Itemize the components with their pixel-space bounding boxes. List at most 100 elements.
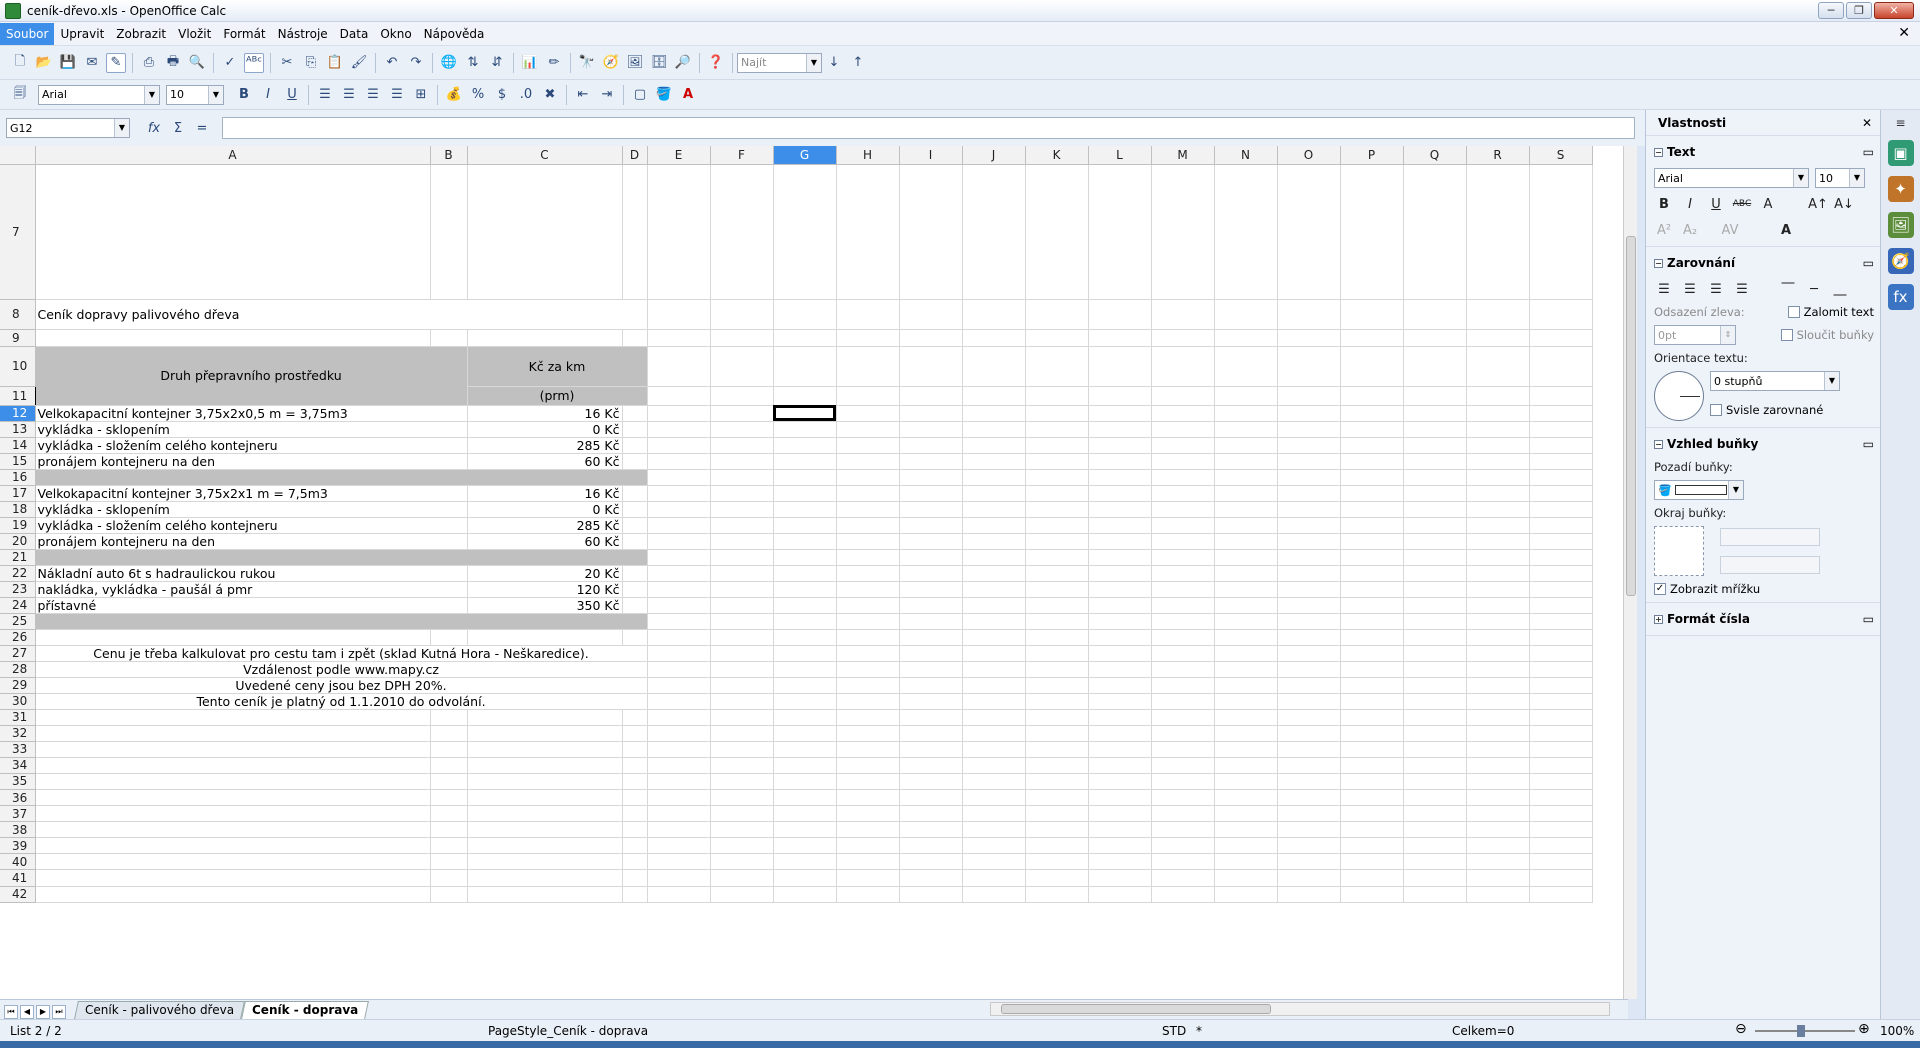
cell[interactable] bbox=[773, 789, 837, 807]
cell[interactable] bbox=[962, 581, 1026, 598]
cell[interactable] bbox=[647, 485, 711, 502]
cell[interactable] bbox=[1277, 886, 1341, 903]
cell[interactable] bbox=[1088, 725, 1152, 742]
cell[interactable] bbox=[1277, 805, 1341, 823]
navigator-icon[interactable]: 🧭 bbox=[1887, 248, 1914, 274]
cell[interactable] bbox=[647, 837, 711, 855]
cell[interactable] bbox=[1214, 517, 1278, 534]
cell[interactable] bbox=[467, 869, 623, 887]
cell[interactable] bbox=[1340, 693, 1404, 710]
cell[interactable] bbox=[710, 469, 774, 486]
cell[interactable] bbox=[899, 517, 963, 534]
cell[interactable] bbox=[1466, 421, 1530, 438]
justify-icon[interactable]: ☰ bbox=[387, 85, 407, 105]
cell[interactable] bbox=[35, 886, 431, 903]
cell[interactable] bbox=[1025, 725, 1089, 742]
cell[interactable] bbox=[1025, 773, 1089, 790]
item-label[interactable]: Nákladní auto 6t s hadraulickou rukou bbox=[34, 564, 468, 582]
edit-file-icon[interactable]: ✎ bbox=[106, 52, 126, 73]
cell[interactable] bbox=[1151, 837, 1215, 855]
cell[interactable] bbox=[1088, 757, 1152, 774]
menu-data[interactable]: Data bbox=[334, 23, 375, 45]
cell[interactable] bbox=[1214, 789, 1278, 807]
collapse-icon[interactable]: − bbox=[1654, 258, 1663, 268]
cell[interactable] bbox=[962, 725, 1026, 742]
cell[interactable] bbox=[1277, 437, 1341, 454]
cell[interactable] bbox=[1529, 837, 1593, 855]
cell[interactable] bbox=[1340, 725, 1404, 742]
cell[interactable] bbox=[622, 597, 648, 614]
cell[interactable] bbox=[836, 789, 900, 807]
cell[interactable] bbox=[1340, 299, 1404, 330]
cell[interactable] bbox=[1466, 837, 1530, 855]
item-label[interactable]: přístavné bbox=[34, 597, 468, 614]
cell[interactable] bbox=[899, 346, 963, 387]
cell[interactable] bbox=[1025, 164, 1089, 300]
row-header[interactable]: 12 bbox=[0, 405, 36, 422]
cell[interactable] bbox=[773, 709, 837, 726]
cell[interactable] bbox=[622, 421, 648, 438]
cell[interactable] bbox=[1088, 329, 1152, 347]
cell[interactable] bbox=[836, 421, 900, 438]
cell[interactable] bbox=[1025, 709, 1089, 726]
spellcheck-icon[interactable]: ✓ bbox=[220, 53, 240, 73]
cell[interactable] bbox=[1340, 709, 1404, 726]
row-header[interactable]: 40 bbox=[0, 853, 36, 871]
cell[interactable] bbox=[1340, 405, 1404, 422]
cell[interactable] bbox=[1025, 581, 1089, 598]
row-header[interactable]: 16 bbox=[0, 469, 36, 486]
cell[interactable] bbox=[1151, 645, 1215, 662]
sidebar-menu-icon[interactable]: ≡ bbox=[1895, 116, 1905, 130]
cell[interactable] bbox=[1340, 485, 1404, 502]
cell[interactable] bbox=[1529, 661, 1593, 678]
cell[interactable] bbox=[773, 453, 837, 470]
cell[interactable] bbox=[962, 757, 1026, 774]
cell[interactable] bbox=[1403, 549, 1467, 566]
row-header[interactable]: 42 bbox=[0, 886, 36, 903]
cell[interactable] bbox=[1151, 299, 1215, 330]
cell[interactable] bbox=[1403, 677, 1467, 694]
sheet-tab[interactable]: Ceník - palivového dřeva bbox=[74, 1001, 245, 1019]
cell[interactable] bbox=[710, 757, 774, 774]
collapse-icon[interactable]: − bbox=[1654, 439, 1663, 449]
column-header-selected[interactable]: G bbox=[773, 146, 837, 165]
cell[interactable] bbox=[1025, 886, 1089, 903]
cell[interactable] bbox=[1025, 386, 1089, 406]
row-header[interactable]: 13 bbox=[0, 421, 36, 438]
row-header[interactable]: 20 bbox=[0, 533, 36, 550]
column-header[interactable]: P bbox=[1340, 146, 1404, 165]
item-price[interactable]: 60 Kč bbox=[466, 453, 623, 470]
cell[interactable] bbox=[467, 709, 623, 726]
cell[interactable] bbox=[710, 437, 774, 454]
cell[interactable] bbox=[1151, 533, 1215, 550]
cell[interactable] bbox=[899, 565, 963, 582]
cell[interactable] bbox=[1340, 837, 1404, 855]
new-document-icon[interactable]: 🗋 bbox=[10, 53, 30, 73]
column-header[interactable]: E bbox=[647, 146, 711, 165]
cell[interactable] bbox=[1340, 421, 1404, 438]
row-header[interactable]: 31 bbox=[0, 709, 36, 726]
cell[interactable] bbox=[1088, 485, 1152, 502]
chevron-down-icon[interactable]: ▼ bbox=[1728, 481, 1743, 499]
row-header[interactable]: 10 bbox=[0, 346, 36, 387]
cell[interactable] bbox=[622, 164, 648, 300]
cell[interactable] bbox=[1466, 469, 1530, 486]
item-label[interactable]: nakládka, vykládka - paušál á pmr bbox=[34, 581, 468, 598]
cell[interactable] bbox=[1340, 661, 1404, 678]
justify-icon[interactable]: ☰ bbox=[1732, 279, 1752, 299]
cell[interactable] bbox=[1151, 741, 1215, 758]
cell[interactable] bbox=[836, 517, 900, 534]
more-options-icon[interactable]: ▭ bbox=[1863, 145, 1874, 159]
row-header[interactable]: 19 bbox=[0, 517, 36, 534]
menu-help[interactable]: Nápověda bbox=[418, 23, 491, 45]
orientation-select[interactable]: 0 stupňů ▼ bbox=[1710, 371, 1840, 391]
gallery-icon[interactable]: 🖼 bbox=[1887, 212, 1914, 238]
cell[interactable] bbox=[1466, 805, 1530, 823]
cell[interactable] bbox=[647, 693, 711, 710]
item-label[interactable]: vykládka - sklopením bbox=[34, 421, 468, 438]
functions-icon[interactable]: fx bbox=[1887, 284, 1914, 310]
cell[interactable] bbox=[710, 805, 774, 823]
zoom-out-icon[interactable]: ⊖ bbox=[1735, 1021, 1747, 1037]
cell[interactable] bbox=[1025, 299, 1089, 330]
cell[interactable] bbox=[1088, 693, 1152, 710]
